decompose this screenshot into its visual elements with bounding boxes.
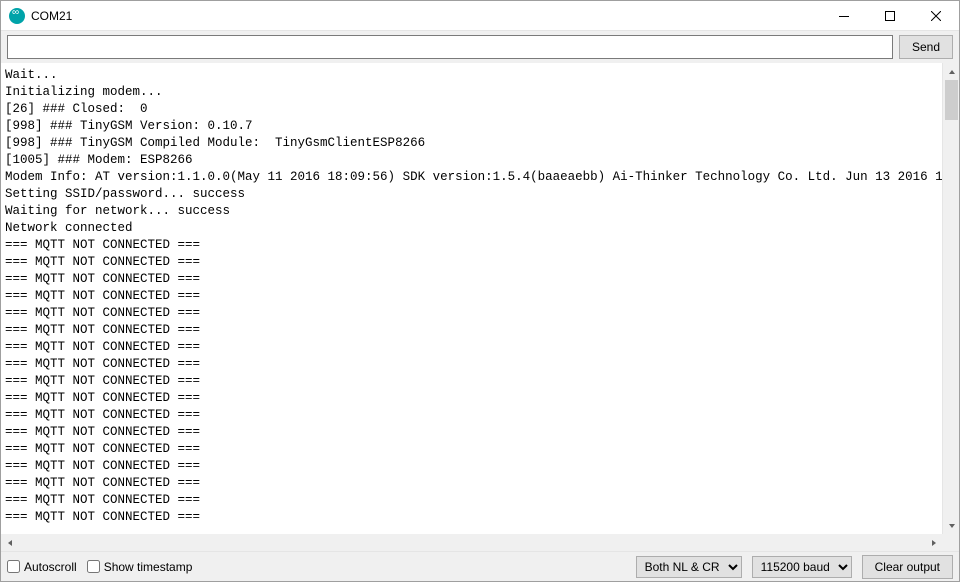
horizontal-scrollbar[interactable] <box>1 534 942 551</box>
send-button[interactable]: Send <box>899 35 953 59</box>
console-output: Wait... Initializing modem... [26] ### C… <box>1 63 942 534</box>
input-bar: Send <box>1 31 959 63</box>
scroll-down-icon[interactable] <box>943 517 960 534</box>
timestamp-checkbox[interactable]: Show timestamp <box>87 560 193 574</box>
serial-monitor-window: COM21 Send Wait... Initializing modem...… <box>0 0 960 582</box>
clear-output-button[interactable]: Clear output <box>862 555 953 579</box>
timestamp-input[interactable] <box>87 560 100 573</box>
baud-rate-select[interactable]: 115200 baud <box>752 556 852 578</box>
app-icon <box>9 8 25 24</box>
close-button[interactable] <box>913 1 959 31</box>
scroll-left-icon[interactable] <box>1 534 18 551</box>
minimize-button[interactable] <box>821 1 867 31</box>
maximize-button[interactable] <box>867 1 913 31</box>
title-bar: COM21 <box>1 1 959 31</box>
vertical-scrollbar[interactable] <box>942 63 959 534</box>
autoscroll-label: Autoscroll <box>24 560 77 574</box>
scroll-thumb[interactable] <box>945 80 958 120</box>
scroll-right-icon[interactable] <box>925 534 942 551</box>
window-title: COM21 <box>31 9 72 23</box>
autoscroll-checkbox[interactable]: Autoscroll <box>7 560 77 574</box>
timestamp-label: Show timestamp <box>104 560 193 574</box>
command-input[interactable] <box>7 35 893 59</box>
line-ending-select[interactable]: Both NL & CR <box>636 556 742 578</box>
footer-bar: Autoscroll Show timestamp Both NL & CR 1… <box>1 551 959 581</box>
scroll-corner <box>942 534 959 551</box>
autoscroll-input[interactable] <box>7 560 20 573</box>
scroll-up-icon[interactable] <box>943 63 960 80</box>
